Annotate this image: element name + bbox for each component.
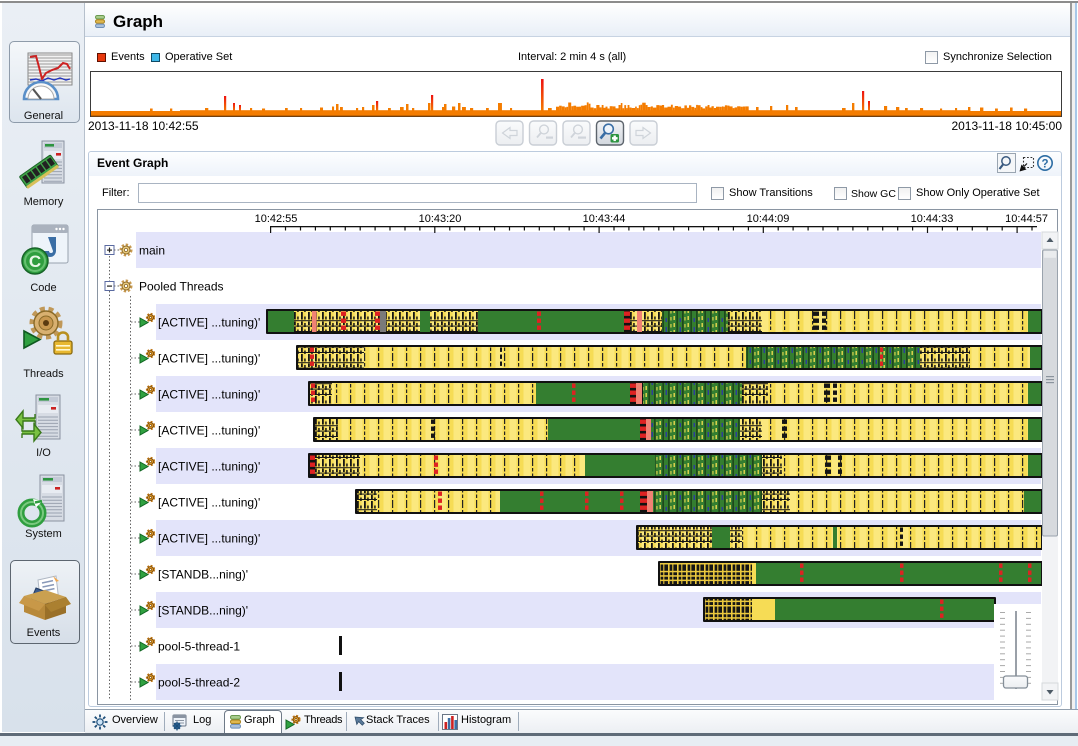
svg-text:10:42:55: 10:42:55 bbox=[255, 213, 298, 225]
svg-text:[ACTIVE] ...tuning)': [ACTIVE] ...tuning)' bbox=[158, 316, 260, 330]
svg-text:[ACTIVE] ...tuning)': [ACTIVE] ...tuning)' bbox=[158, 424, 260, 438]
svg-text:10:44:09: 10:44:09 bbox=[747, 213, 790, 225]
svg-text:pool-5-thread-1: pool-5-thread-1 bbox=[158, 640, 240, 654]
svg-text:[ACTIVE] ...tuning)': [ACTIVE] ...tuning)' bbox=[158, 460, 260, 474]
svg-text:10:44:33: 10:44:33 bbox=[911, 213, 954, 225]
svg-text:[ACTIVE] ...tuning)': [ACTIVE] ...tuning)' bbox=[158, 532, 260, 546]
svg-text:[ACTIVE] ...tuning)': [ACTIVE] ...tuning)' bbox=[158, 388, 260, 402]
svg-text:[STANDB...ning)': [STANDB...ning)' bbox=[158, 568, 248, 582]
svg-text:10:43:20: 10:43:20 bbox=[419, 213, 462, 225]
svg-text:[ACTIVE] ...tuning)': [ACTIVE] ...tuning)' bbox=[158, 496, 260, 510]
svg-text:10:44:57: 10:44:57 bbox=[1005, 213, 1048, 225]
svg-text:Pooled Threads: Pooled Threads bbox=[139, 280, 224, 294]
svg-text:[ACTIVE] ...tuning)': [ACTIVE] ...tuning)' bbox=[158, 352, 260, 366]
svg-text:main: main bbox=[139, 244, 165, 258]
svg-text:10:43:44: 10:43:44 bbox=[583, 213, 626, 225]
svg-text:[STANDB...ning)': [STANDB...ning)' bbox=[158, 604, 248, 618]
svg-text:pool-5-thread-2: pool-5-thread-2 bbox=[158, 676, 240, 690]
